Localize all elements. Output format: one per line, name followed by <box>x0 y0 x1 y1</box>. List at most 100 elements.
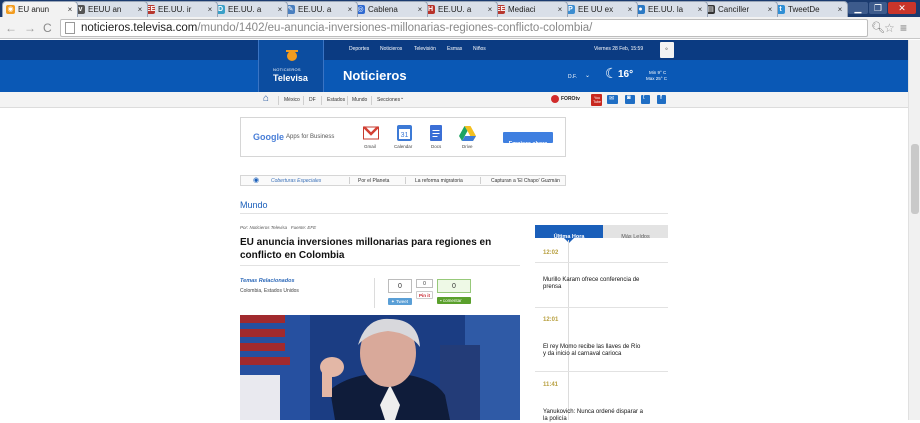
minimize-button[interactable]: ▁ <box>848 2 868 14</box>
browser-tab[interactable]: EE EE.UU. ir × <box>142 1 218 17</box>
news-time: 12:02 <box>543 250 559 256</box>
comment-button[interactable]: ▪ comentar <box>437 297 471 304</box>
rss-button[interactable]: ◙ <box>625 95 635 104</box>
rss-icon: ◙ <box>627 95 631 101</box>
section-title[interactable]: Noticieros <box>343 68 407 83</box>
browser-tab[interactable]: H EE.UU. a × <box>422 1 498 17</box>
site-top-bar: Deportes Noticieros Televisión Esmas Niñ… <box>0 40 908 60</box>
topnav-television[interactable]: Televisión <box>414 46 436 52</box>
subnav-df[interactable]: DF <box>309 97 316 103</box>
browser-tab[interactable]: P EE UU ex × <box>562 1 638 17</box>
browser-tab[interactable]: ✎ EE.UU. a × <box>282 1 358 17</box>
news-item[interactable]: El rey Momo recibe las llaves de Río y d… <box>543 344 643 358</box>
google-logo: Google <box>253 132 284 142</box>
subnav-estados[interactable]: Estados <box>327 97 345 103</box>
topnav-deportes[interactable]: Deportes <box>349 46 369 52</box>
pin-it-button[interactable]: Pin it <box>416 291 433 299</box>
location-dropdown-icon[interactable]: ⌄ <box>585 72 590 79</box>
close-tab-icon[interactable]: × <box>66 5 74 14</box>
email-button[interactable]: ✉ <box>607 95 618 104</box>
site-sub-nav: ⌂ México DF Estados Mundo Secciones ⌄ FO… <box>0 92 908 108</box>
news-item[interactable]: Murillo Karam ofrece conferencia de pren… <box>543 277 643 291</box>
temp-min: Min 9° C <box>649 70 667 75</box>
televisa-logo[interactable]: NOTICIEROS Televisa <box>258 40 324 92</box>
chevron-down-icon[interactable]: ⌄ <box>400 95 404 101</box>
topnav-ninos[interactable]: Niños <box>473 46 486 52</box>
close-tab-icon[interactable]: × <box>696 5 704 14</box>
related-topics[interactable]: Colombia, Estados Unidos <box>240 288 299 294</box>
search-icon[interactable]: 🔍︎ <box>871 20 885 36</box>
home-icon[interactable]: ⌂ <box>263 93 269 104</box>
close-tab-icon[interactable]: × <box>486 5 494 14</box>
logo-big-text: Televisa <box>273 73 308 83</box>
browser-tab[interactable]: ◎ Cablena × <box>352 1 428 17</box>
header-search-button[interactable]: ⚬ <box>660 42 674 58</box>
close-tab-icon[interactable]: × <box>206 5 214 14</box>
news-divider <box>535 262 668 263</box>
close-tab-icon[interactable]: × <box>276 5 284 14</box>
televisa-eye-icon: ◉ <box>6 5 15 14</box>
page-scrollbar[interactable] <box>908 40 920 420</box>
browser-tab[interactable]: EE Mediaci × <box>492 1 568 17</box>
scrollbar-thumb[interactable] <box>911 144 919 214</box>
docs-icon <box>430 125 442 141</box>
tweet-count: 0 <box>388 279 412 293</box>
menu-icon[interactable]: ≡ <box>900 20 907 36</box>
calendar-icon: 31 <box>397 125 412 141</box>
empieza-ahora-button[interactable]: Empieza ahora <box>503 132 553 147</box>
browser-tab[interactable]: v EEUU an × <box>72 1 148 17</box>
close-tab-icon[interactable]: × <box>626 5 634 14</box>
subnav-secciones[interactable]: Secciones <box>377 97 400 103</box>
coverage-item-chapo[interactable]: Capturan a 'El Chapo' Guzmán <box>491 178 560 184</box>
comment-label: comentar <box>442 298 462 303</box>
subnav-mundo[interactable]: Mundo <box>352 97 367 103</box>
youtube-button[interactable]: You Tube <box>591 94 602 106</box>
topnav-esmas[interactable]: Esmas <box>447 46 462 52</box>
address-bar[interactable]: noticieros.televisa.com/mundo/1402/eu-an… <box>60 19 868 37</box>
browser-tab-title: EEUU an <box>88 5 122 14</box>
back-arrow-icon[interactable]: ← <box>5 20 17 36</box>
related-topics-label: Temas Relacionados <box>240 278 295 284</box>
forward-arrow-icon[interactable]: → <box>24 20 36 36</box>
browser-tab[interactable]: D EE.UU. a × <box>212 1 288 17</box>
browser-tab-title: TweetDe <box>788 5 820 14</box>
twitter-button[interactable]: t <box>641 95 650 104</box>
news-item[interactable]: Yanukovich: Nunca ordené disparar a la p… <box>543 409 643 423</box>
article-photo[interactable] <box>240 315 520 420</box>
separator <box>480 177 481 184</box>
close-tab-icon[interactable]: × <box>346 5 354 14</box>
bookmark-star-icon[interactable]: ☆ <box>884 20 895 36</box>
browser-tab[interactable]: ◉ EU anun × <box>2 1 78 17</box>
browser-tab[interactable]: t TweetDe × <box>772 1 848 17</box>
close-tab-icon[interactable]: × <box>136 5 144 14</box>
close-tab-icon[interactable]: × <box>556 5 564 14</box>
tab-ultima-hora[interactable]: Última Hora <box>535 225 603 240</box>
headline: EU anuncia inversiones millonarias para … <box>240 237 492 261</box>
subnav-mexico[interactable]: México <box>284 97 300 103</box>
temperature: 16° <box>618 69 634 80</box>
coverage-item-reforma[interactable]: La reforma migratoria <box>415 178 463 184</box>
close-tab-icon[interactable]: × <box>766 5 774 14</box>
tweet-label: Tweet <box>395 299 408 304</box>
browser-tab[interactable]: ▤ Canciller × <box>702 1 778 17</box>
maximize-button[interactable]: ❐ <box>869 2 887 14</box>
browser-tab[interactable]: ● EE.UU. la × <box>632 1 708 17</box>
coverage-item-planeta[interactable]: Por el Planeta <box>358 178 389 184</box>
browser-toolbar: ← → C noticieros.televisa.com/mundo/1402… <box>0 17 920 39</box>
close-window-button[interactable]: ✕ <box>888 2 916 14</box>
url-path: /mundo/1402/eu-anuncia-inversiones-millo… <box>197 22 593 34</box>
close-tab-icon[interactable]: × <box>416 5 424 14</box>
forotv-label: FOROtv <box>561 96 580 102</box>
calendar-label: Calendar <box>394 144 413 149</box>
section-heading[interactable]: Mundo <box>240 200 268 210</box>
topnav-noticieros[interactable]: Noticieros <box>380 46 402 52</box>
forotv-button[interactable]: FOROtv <box>551 95 583 105</box>
browser-tab-title: EE.UU. a <box>228 5 262 14</box>
google-apps-ad[interactable]: Google Apps for Business Gmail 31 Calend… <box>240 117 566 157</box>
browser-tab-title: EE UU ex <box>578 5 614 14</box>
facebook-button[interactable]: f <box>657 95 666 104</box>
tab-mas-leidos[interactable]: Más Leídos <box>603 225 668 240</box>
reload-icon[interactable]: C <box>43 20 52 36</box>
tweet-button[interactable]: ✦ Tweet <box>388 298 412 305</box>
close-tab-icon[interactable]: × <box>836 5 844 14</box>
